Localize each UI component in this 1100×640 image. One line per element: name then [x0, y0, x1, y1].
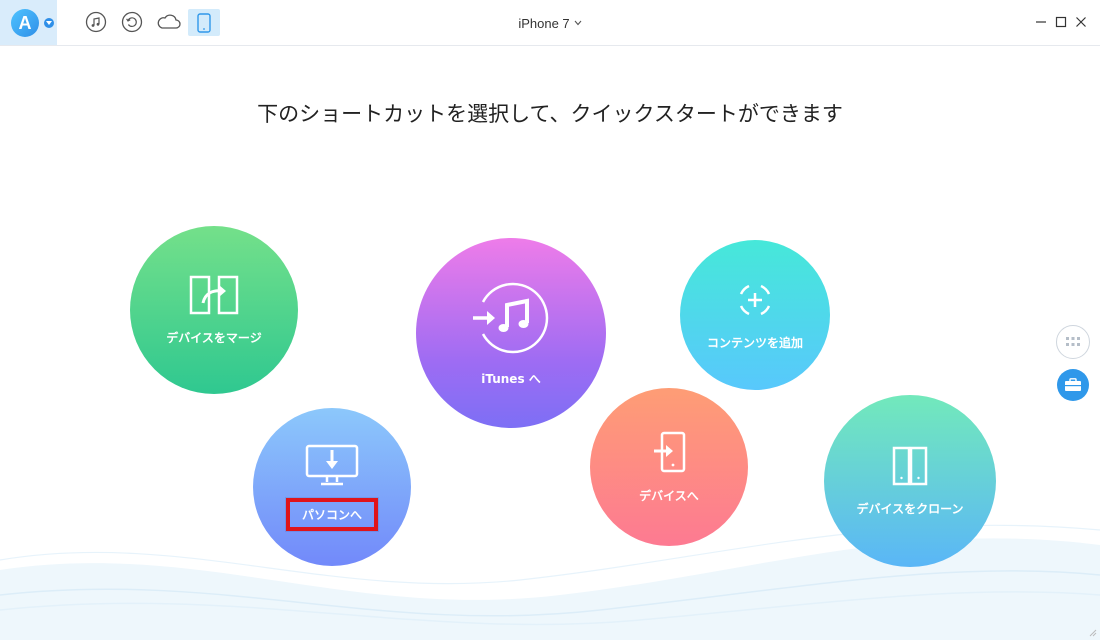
to-itunes-button[interactable]: iTunes へ [416, 238, 606, 428]
app-logo-icon: A [11, 9, 39, 37]
resize-grip-icon[interactable] [1087, 627, 1097, 637]
to-itunes-label: iTunes へ [481, 371, 541, 386]
close-button[interactable] [1072, 13, 1090, 31]
clone-device-label: デバイスをクローン [856, 501, 964, 516]
device-name: iPhone 7 [518, 15, 570, 31]
toolbox-button[interactable] [1057, 369, 1089, 401]
add-content-label: コンテンツを追加 [706, 335, 803, 350]
clone-icon [892, 446, 928, 485]
music-button[interactable] [84, 10, 108, 34]
add-content-icon [739, 284, 771, 315]
minimize-icon [1036, 21, 1046, 23]
device-tab-button[interactable] [188, 9, 220, 36]
add-content-button[interactable]: コンテンツを追加 [680, 240, 830, 390]
clone-device-button[interactable]: デバイスをクローン [824, 395, 996, 567]
minimize-button[interactable] [1032, 13, 1050, 31]
to-device-button[interactable]: デバイスへ [590, 388, 748, 546]
phone-import-icon [654, 431, 686, 472]
toolbox-icon [1065, 378, 1081, 391]
chevron-down-icon [44, 18, 54, 28]
maximize-icon [1055, 16, 1067, 28]
close-icon [1076, 17, 1086, 27]
computer-download-icon [305, 444, 359, 485]
itunes-transfer-icon [473, 282, 549, 353]
merge-devices-button[interactable]: デバイスをマージ [130, 226, 298, 394]
cloud-button[interactable] [155, 10, 183, 34]
device-selector[interactable]: iPhone 7 [500, 14, 600, 32]
to-device-label: デバイスへ [639, 488, 699, 503]
to-pc-button[interactable]: パソコンへ [253, 408, 411, 566]
maximize-button[interactable] [1052, 13, 1070, 31]
restore-icon [121, 11, 143, 33]
to-pc-label: パソコンへ [301, 507, 362, 522]
cloud-icon [157, 14, 181, 29]
page-headline: 下のショートカットを選択して、クイックスタートができます [257, 102, 843, 126]
device-icon [197, 12, 211, 33]
to-pc-highlight: パソコンへ [285, 497, 378, 531]
merge-devices-label: デバイスをマージ [166, 330, 262, 345]
music-icon [85, 11, 107, 33]
app-logo-menu[interactable]: A [0, 0, 57, 45]
restore-button[interactable] [120, 10, 144, 34]
title-bar: A iPhone 7 [0, 0, 1100, 46]
chevron-down-icon [574, 20, 582, 26]
merge-icon [189, 275, 239, 314]
grid-icon [1066, 337, 1080, 346]
category-grid-button[interactable] [1056, 325, 1090, 359]
